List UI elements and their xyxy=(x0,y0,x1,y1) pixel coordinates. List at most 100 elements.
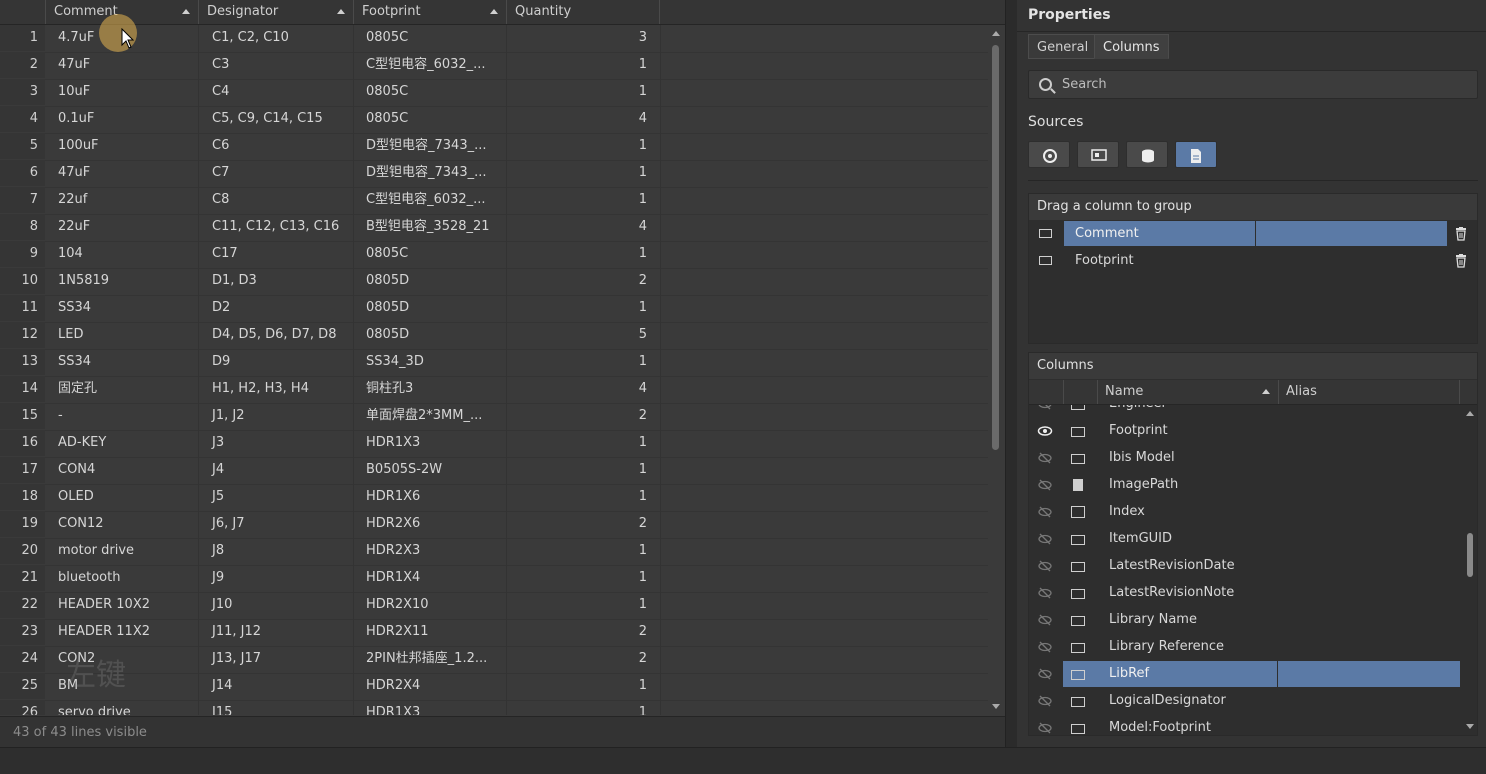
row-number: 19 xyxy=(0,511,45,537)
column-alias[interactable] xyxy=(1278,661,1460,687)
column-header-alias[interactable]: Alias xyxy=(1278,380,1460,404)
table-row[interactable]: 8 22uF C11, C12, C13, C16 B型钽电容_3528_21 4 xyxy=(0,214,988,242)
tab-columns[interactable]: Columns xyxy=(1094,34,1169,59)
column-alias[interactable] xyxy=(1278,580,1460,606)
table-row[interactable]: 24 CON2 J13, J17 2PIN杜邦插座_1.2... 2 xyxy=(0,646,988,674)
table-row[interactable]: 26 servo drive J15 HDR1X3 1 xyxy=(0,700,988,715)
column-item[interactable]: Library Name xyxy=(1029,607,1462,634)
table-row[interactable]: 4 0.1uF C5, C9, C14, C15 0805C 4 xyxy=(0,106,988,134)
table-row[interactable]: 10 1N5819 D1, D3 0805D 2 xyxy=(0,268,988,296)
table-row[interactable]: 17 CON4 J4 B0505S-2W 1 xyxy=(0,457,988,485)
columns-scrollbar[interactable] xyxy=(1463,405,1477,735)
row-number: 23 xyxy=(0,619,45,645)
eye-off-icon[interactable] xyxy=(1037,532,1053,546)
column-alias[interactable] xyxy=(1278,405,1460,417)
source-components-button[interactable] xyxy=(1028,141,1070,168)
table-row[interactable]: 1 4.7uF C1, C2, C10 0805C 3 xyxy=(0,25,988,53)
table-row[interactable]: 19 CON12 J6, J7 HDR2X6 2 xyxy=(0,511,988,539)
eye-off-icon[interactable] xyxy=(1037,451,1053,465)
scroll-up-icon[interactable] xyxy=(1466,411,1474,416)
sources-label: Sources xyxy=(1028,114,1084,130)
columns-box: Columns Name Alias Engineer Footprint Ibis… xyxy=(1028,352,1478,736)
column-item[interactable]: ImagePath xyxy=(1029,472,1462,499)
source-document-button[interactable] xyxy=(1175,141,1217,168)
scrollbar-thumb[interactable] xyxy=(992,45,999,450)
table-row[interactable]: 12 LED D4, D5, D6, D7, D8 0805D 5 xyxy=(0,322,988,350)
column-header-quantity[interactable]: Quantity xyxy=(506,0,660,24)
eye-off-icon[interactable] xyxy=(1037,478,1053,492)
scroll-down-icon[interactable] xyxy=(1466,724,1474,729)
column-alias[interactable] xyxy=(1278,688,1460,714)
column-alias[interactable] xyxy=(1278,607,1460,633)
column-alias[interactable] xyxy=(1278,634,1460,660)
group-by-box[interactable]: Drag a column to group Comment Footprint xyxy=(1028,193,1478,344)
delete-icon[interactable] xyxy=(1455,254,1467,268)
column-alias[interactable] xyxy=(1278,445,1460,471)
eye-off-icon[interactable] xyxy=(1037,667,1053,681)
eye-off-icon[interactable] xyxy=(1037,721,1053,735)
table-row[interactable]: 18 OLED J5 HDR1X6 1 xyxy=(0,484,988,512)
eye-off-icon[interactable] xyxy=(1037,640,1053,654)
table-row[interactable]: 3 10uF C4 0805C 1 xyxy=(0,79,988,107)
footprint-cell: HDR1X6 xyxy=(366,489,421,504)
column-item[interactable]: ItemGUID xyxy=(1029,526,1462,553)
table-row[interactable]: 21 bluetooth J9 HDR1X4 1 xyxy=(0,565,988,593)
comment-cell: OLED xyxy=(58,489,94,504)
column-item[interactable]: Index xyxy=(1029,499,1462,526)
column-item[interactable]: LogicalDesignator xyxy=(1029,688,1462,715)
source-board-button[interactable] xyxy=(1077,141,1119,168)
group-item-footprint[interactable]: Footprint xyxy=(1029,248,1477,274)
column-alias[interactable] xyxy=(1278,553,1460,579)
table-row[interactable]: 2 47uF C3 C型钽电容_6032_... 1 xyxy=(0,52,988,80)
table-row[interactable]: 6 47uF C7 D型钽电容_7343_... 1 xyxy=(0,160,988,188)
source-database-button[interactable] xyxy=(1126,141,1168,168)
eye-off-icon[interactable] xyxy=(1037,613,1053,627)
table-row[interactable]: 9 104 C17 0805C 1 xyxy=(0,241,988,269)
table-row[interactable]: 22 HEADER 10X2 J10 HDR2X10 1 xyxy=(0,592,988,620)
column-item[interactable]: LibRef xyxy=(1029,661,1462,688)
column-item[interactable]: LatestRevisionNote xyxy=(1029,580,1462,607)
table-row[interactable]: 14 固定孔 H1, H2, H3, H4 铜柱孔3 4 xyxy=(0,376,988,404)
table-row[interactable]: 16 AD-KEY J3 HDR1X3 1 xyxy=(0,430,988,458)
column-name: Model:Footprint xyxy=(1109,720,1211,735)
table-row[interactable]: 13 SS34 D9 SS34_3D 1 xyxy=(0,349,988,377)
table-row[interactable]: 11 SS34 D2 0805D 1 xyxy=(0,295,988,323)
eye-off-icon[interactable] xyxy=(1037,405,1053,411)
scroll-up-icon[interactable] xyxy=(992,31,1000,36)
column-alias[interactable] xyxy=(1278,472,1460,498)
eye-off-icon[interactable] xyxy=(1037,586,1053,600)
tab-general[interactable]: General xyxy=(1028,34,1098,59)
table-row[interactable]: 25 BM J14 HDR2X4 1 xyxy=(0,673,988,701)
column-item[interactable]: Footprint xyxy=(1029,418,1462,445)
scroll-down-icon[interactable] xyxy=(992,704,1000,709)
column-alias[interactable] xyxy=(1278,526,1460,552)
column-alias[interactable] xyxy=(1278,418,1460,444)
column-item[interactable]: LatestRevisionDate xyxy=(1029,553,1462,580)
column-item[interactable]: Ibis Model xyxy=(1029,445,1462,472)
column-item[interactable]: Engineer xyxy=(1029,405,1462,418)
eye-icon[interactable] xyxy=(1037,424,1053,438)
group-item-comment[interactable]: Comment xyxy=(1029,221,1477,247)
table-row[interactable]: 20 motor drive J8 HDR2X3 1 xyxy=(0,538,988,566)
table-row[interactable]: 15- J1, J2 单面焊盘2*3MM_... 2 xyxy=(0,403,988,431)
column-header-footprint[interactable]: Footprint xyxy=(353,0,506,24)
column-item[interactable]: Library Reference xyxy=(1029,634,1462,661)
column-alias[interactable] xyxy=(1278,715,1460,735)
column-item[interactable]: Model:Footprint xyxy=(1029,715,1462,735)
eye-off-icon[interactable] xyxy=(1037,559,1053,573)
scrollbar-thumb[interactable] xyxy=(1467,533,1473,577)
eye-off-icon[interactable] xyxy=(1037,694,1053,708)
column-name: ImagePath xyxy=(1109,477,1179,492)
column-header-designator[interactable]: Designator xyxy=(198,0,353,24)
grid-vertical-scrollbar[interactable] xyxy=(988,25,1004,715)
column-header-icon[interactable] xyxy=(1063,380,1097,404)
eye-off-icon[interactable] xyxy=(1037,505,1053,519)
delete-icon[interactable] xyxy=(1455,227,1467,241)
search-input[interactable]: Search xyxy=(1028,70,1478,99)
table-row[interactable]: 7 22uf C8 C型钽电容_6032_... 1 xyxy=(0,187,988,215)
table-row[interactable]: 5 100uF C6 D型钽电容_7343_... 1 xyxy=(0,133,988,161)
column-header-name[interactable]: Name xyxy=(1097,380,1278,404)
column-alias[interactable] xyxy=(1278,499,1460,525)
table-row[interactable]: 23 HEADER 11X2 J11, J12 HDR2X11 2 xyxy=(0,619,988,647)
quantity-cell: 2 xyxy=(638,651,647,666)
